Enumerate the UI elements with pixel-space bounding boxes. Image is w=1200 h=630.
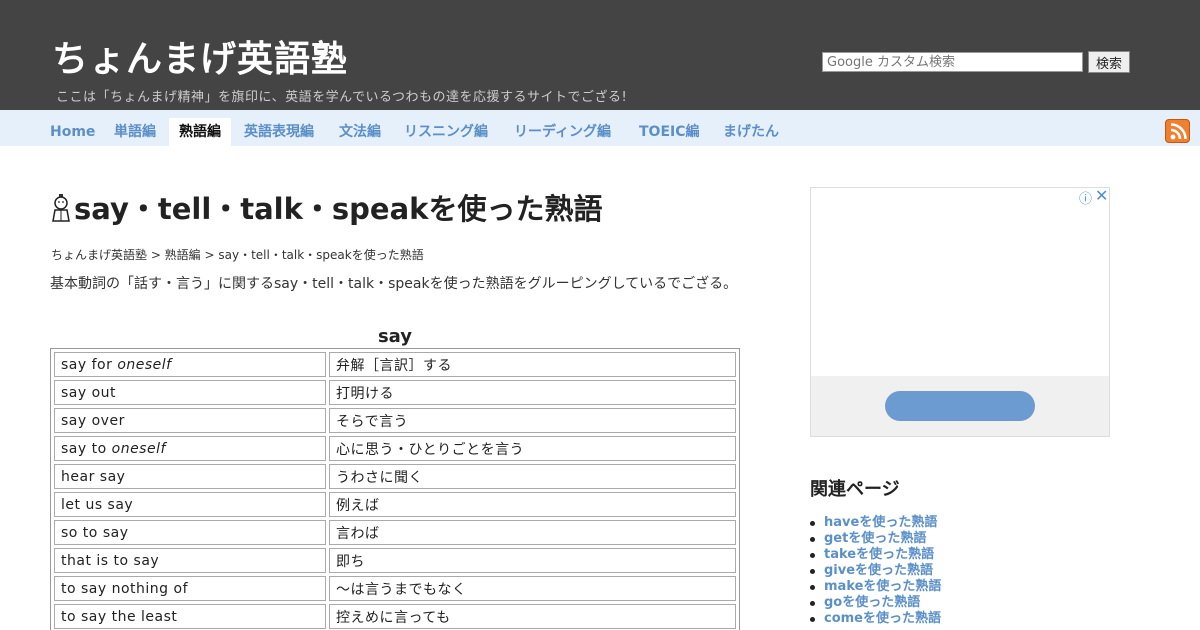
- ad-button[interactable]: [885, 391, 1035, 421]
- phrase-japanese: 控えめに言っても: [329, 604, 736, 629]
- intro-text: 基本動詞の「話す・言う」に関するsay・tell・talk・speakを使った熟…: [50, 276, 738, 292]
- phrase-japanese: 弁解［言訳］する: [329, 352, 736, 377]
- nav-item-magetan[interactable]: まげたん: [713, 118, 789, 146]
- phrase-english: hear say: [54, 464, 326, 489]
- search-button[interactable]: 検索: [1088, 51, 1130, 73]
- table-row: say over そらで言う: [54, 408, 736, 433]
- phrase-japanese: うわさに聞く: [329, 464, 736, 489]
- page-title-text: say・tell・talk・speakを使った熟語: [74, 192, 603, 226]
- phrase-english: say for oneself: [54, 352, 326, 377]
- nav-item-grammar[interactable]: 文法編: [329, 118, 391, 146]
- table-row: say for oneself 弁解［言訳］する: [54, 352, 736, 377]
- phrase-japanese: 打明ける: [329, 380, 736, 405]
- related-link-come[interactable]: comeを使った熟語: [809, 611, 941, 627]
- related-link-get[interactable]: getを使った熟語: [809, 531, 941, 547]
- phrase-english-text: say to: [61, 440, 112, 457]
- nav-item-reading[interactable]: リーディング編: [504, 118, 621, 146]
- related-link-have[interactable]: haveを使った熟語: [809, 515, 941, 531]
- table-row: let us say 例えば: [54, 492, 736, 517]
- table-row: say to oneself 心に思う・ひとりごとを言う: [54, 436, 736, 461]
- table-caption: say: [377, 326, 413, 347]
- phrase-english-text: say for: [61, 356, 118, 373]
- phrase-table: say for oneself 弁解［言訳］する say out 打明ける say ov…: [50, 348, 740, 630]
- table-row: to say the least 控えめに言っても: [54, 604, 736, 629]
- main-nav: Home 単語編 熟語編 英語表現編 文法編 リスニング編 リーディング編 TO…: [0, 110, 1200, 146]
- related-link-give[interactable]: giveを使った熟語: [809, 563, 941, 579]
- page-title: say・tell・talk・speakを使った熟語: [50, 186, 602, 228]
- related-link-make[interactable]: makeを使った熟語: [809, 579, 941, 595]
- ad-close-icon[interactable]: ✕: [1095, 186, 1108, 205]
- ad-box[interactable]: ⓘ ✕: [810, 186, 1110, 437]
- phrase-english: let us say: [54, 492, 326, 517]
- site-tagline: ここは「ちょんまげ精神」を旗印に、英語を学んでいるつわもの達を応援するサイトでご…: [56, 90, 628, 105]
- table-row: so to say 言わば: [54, 520, 736, 545]
- nav-item-home[interactable]: Home: [40, 118, 105, 146]
- phrase-english: so to say: [54, 520, 326, 545]
- phrase-english-text: that is to say: [61, 552, 160, 569]
- phrase-english-text: say out: [61, 384, 117, 401]
- related-link-take[interactable]: takeを使った熟語: [809, 547, 941, 563]
- related-heading: 関連ページ: [810, 479, 900, 500]
- phrase-japanese: 即ち: [329, 548, 736, 573]
- phrase-english: that is to say: [54, 548, 326, 573]
- nav-item-listening[interactable]: リスニング編: [394, 118, 498, 146]
- samurai-mascot-icon: [50, 193, 72, 223]
- phrase-english-text: say over: [61, 412, 125, 429]
- table-row: that is to say 即ち: [54, 548, 736, 573]
- breadcrumb[interactable]: ちょんまげ英語塾 > 熟語編 > say・tell・talk・speakを使った…: [51, 246, 424, 263]
- related-list: haveを使った熟語 getを使った熟語 takeを使った熟語 giveを使った…: [809, 515, 941, 627]
- phrase-japanese: 心に思う・ひとりごとを言う: [329, 436, 736, 461]
- ad-info-icon[interactable]: ⓘ: [1079, 188, 1092, 207]
- phrase-english: say over: [54, 408, 326, 433]
- nav-item-idioms[interactable]: 熟語編: [169, 118, 231, 146]
- phrase-english-italic: oneself: [111, 440, 166, 457]
- phrase-english-italic: oneself: [117, 356, 172, 373]
- rss-icon[interactable]: [1165, 119, 1190, 143]
- phrase-japanese: そらで言う: [329, 408, 736, 433]
- ad-footer: [811, 376, 1109, 436]
- nav-item-words[interactable]: 単語編: [104, 118, 166, 146]
- site-header: ちょんまげ英語塾 ここは「ちょんまげ精神」を旗印に、英語を学んでいるつわもの達を…: [0, 0, 1200, 110]
- phrase-english: say out: [54, 380, 326, 405]
- phrase-japanese: 言わば: [329, 520, 736, 545]
- phrase-english: say to oneself: [54, 436, 326, 461]
- phrase-english-text: hear say: [61, 468, 126, 485]
- phrase-english-text: so to say: [61, 524, 129, 541]
- nav-item-expressions[interactable]: 英語表現編: [234, 118, 324, 146]
- table-row: to say nothing of ～は言うまでもなく: [54, 576, 736, 601]
- phrase-japanese: ～は言うまでもなく: [329, 576, 736, 601]
- phrase-english-text: to say the least: [61, 608, 178, 625]
- search-input[interactable]: [822, 52, 1083, 72]
- phrase-japanese: 例えば: [329, 492, 736, 517]
- site-title[interactable]: ちょんまげ英語塾: [52, 30, 348, 82]
- table-row: say out 打明ける: [54, 380, 736, 405]
- phrase-english-text: to say nothing of: [61, 580, 189, 597]
- phrase-english: to say nothing of: [54, 576, 326, 601]
- table-row: hear say うわさに聞く: [54, 464, 736, 489]
- phrase-english-text: let us say: [61, 496, 134, 513]
- nav-item-toeic[interactable]: TOEIC編: [629, 118, 710, 146]
- phrase-english: to say the least: [54, 604, 326, 629]
- related-link-go[interactable]: goを使った熟語: [809, 595, 941, 611]
